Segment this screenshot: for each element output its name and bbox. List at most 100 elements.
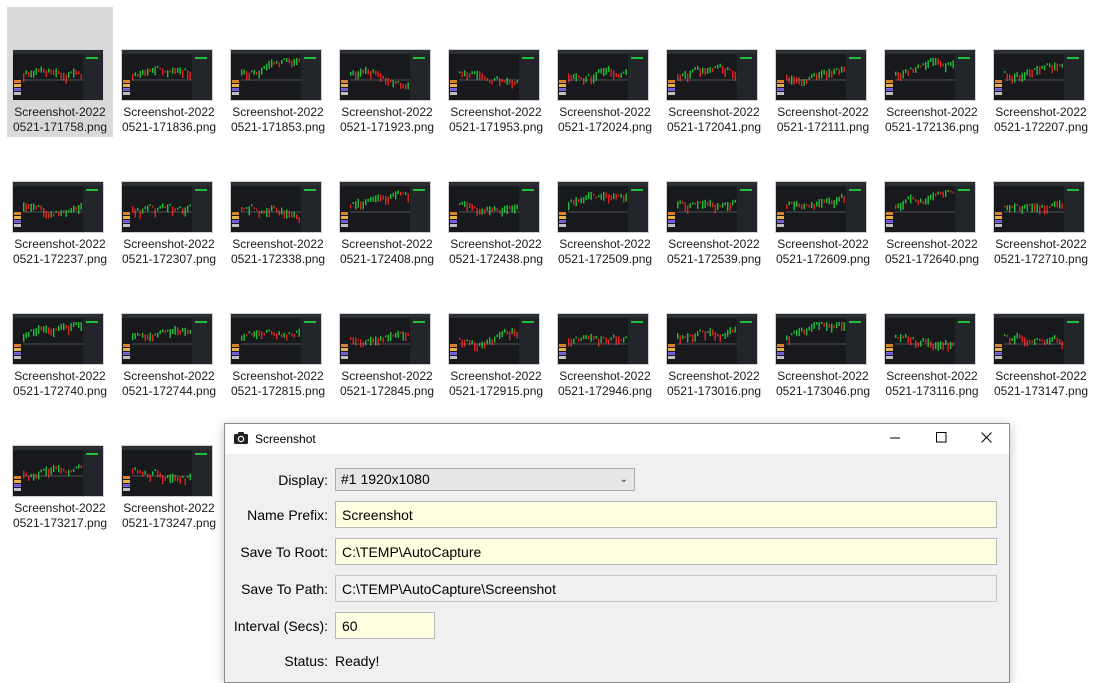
trading-chart-thumbnail-icon xyxy=(885,314,975,364)
file-item[interactable]: Screenshot-2022 0521-172237.png xyxy=(7,139,113,269)
file-name-line1: Screenshot-2022 xyxy=(668,105,760,119)
file-name-line2: 0521-172640.png xyxy=(884,252,980,266)
file-name-label: Screenshot-2022 0521-173016.png xyxy=(661,369,767,399)
camera-icon xyxy=(233,431,249,450)
file-item[interactable]: Screenshot-2022 0521-172136.png xyxy=(879,7,985,137)
file-item[interactable]: Screenshot-2022 0521-172740.png xyxy=(7,271,113,401)
file-name-label: Screenshot-2022 0521-172710.png xyxy=(988,237,1094,267)
file-name-line1: Screenshot-2022 xyxy=(123,237,215,251)
file-item[interactable]: Screenshot-2022 0521-173147.png xyxy=(988,271,1094,401)
name-prefix-input[interactable] xyxy=(335,501,997,528)
file-item[interactable]: Screenshot-2022 0521-172710.png xyxy=(988,139,1094,269)
file-item[interactable]: Screenshot-2022 0521-172041.png xyxy=(661,7,767,137)
file-item[interactable]: Screenshot-2022 0521-173016.png xyxy=(661,271,767,401)
file-name-line1: Screenshot-2022 xyxy=(14,105,106,119)
file-name-line1: Screenshot-2022 xyxy=(450,369,542,383)
file-item[interactable]: Screenshot-2022 0521-172207.png xyxy=(988,7,1094,137)
file-name-label: Screenshot-2022 0521-172024.png xyxy=(552,105,658,135)
close-button[interactable] xyxy=(963,424,1009,454)
file-item[interactable]: Screenshot-2022 0521-172024.png xyxy=(552,7,658,137)
file-item[interactable]: Screenshot-2022 0521-172509.png xyxy=(552,139,658,269)
file-item[interactable]: Screenshot-2022 0521-171853.png xyxy=(225,7,331,137)
trading-chart-thumbnail-icon xyxy=(122,314,212,364)
file-name-line1: Screenshot-2022 xyxy=(668,369,760,383)
trading-chart-thumbnail-icon xyxy=(231,314,321,364)
trading-chart-thumbnail-icon xyxy=(13,50,103,100)
file-name-label: Screenshot-2022 0521-172237.png xyxy=(7,237,113,267)
trading-chart-thumbnail-icon xyxy=(340,50,430,100)
file-name-line1: Screenshot-2022 xyxy=(123,369,215,383)
interval-input[interactable] xyxy=(335,612,435,639)
file-name-label: Screenshot-2022 0521-172111.png xyxy=(770,105,876,135)
file-name-label: Screenshot-2022 0521-171923.png xyxy=(334,105,440,135)
file-item[interactable]: Screenshot-2022 0521-172744.png xyxy=(116,271,222,401)
trading-chart-thumbnail-icon xyxy=(231,182,321,232)
display-dropdown[interactable]: #1 1920x1080 ⌄ xyxy=(335,468,635,491)
file-name-line2: 0521-172946.png xyxy=(557,384,653,398)
file-name-line1: Screenshot-2022 xyxy=(232,105,324,119)
file-item[interactable]: Screenshot-2022 0521-171836.png xyxy=(116,7,222,137)
display-selected-value: #1 1920x1080 xyxy=(341,471,430,487)
file-name-line1: Screenshot-2022 xyxy=(886,237,978,251)
trading-chart-thumbnail-icon xyxy=(122,446,212,496)
file-item[interactable]: Screenshot-2022 0521-173116.png xyxy=(879,271,985,401)
trading-chart-thumbnail-icon xyxy=(776,314,866,364)
file-name-label: Screenshot-2022 0521-172744.png xyxy=(116,369,222,399)
file-item[interactable]: Screenshot-2022 0521-172438.png xyxy=(443,139,549,269)
save-to-path-field xyxy=(335,575,997,602)
file-item[interactable]: Screenshot-2022 0521-172640.png xyxy=(879,139,985,269)
file-name-line2: 0521-172438.png xyxy=(448,252,544,266)
file-name-line2: 0521-172041.png xyxy=(666,120,762,134)
file-item[interactable]: Screenshot-2022 0521-172915.png xyxy=(443,271,549,401)
file-name-label: Screenshot-2022 0521-172740.png xyxy=(7,369,113,399)
file-name-line2: 0521-173217.png xyxy=(12,516,108,530)
file-name-line2: 0521-172744.png xyxy=(121,384,217,398)
file-name-line2: 0521-172307.png xyxy=(121,252,217,266)
file-item[interactable]: Screenshot-2022 0521-173046.png xyxy=(770,271,876,401)
trading-chart-thumbnail-icon xyxy=(667,314,757,364)
file-item[interactable]: Screenshot-2022 0521-173217.png xyxy=(7,403,113,533)
file-name-label: Screenshot-2022 0521-172207.png xyxy=(988,105,1094,135)
minimize-button[interactable] xyxy=(872,424,918,454)
trading-chart-thumbnail-icon xyxy=(776,50,866,100)
file-name-line1: Screenshot-2022 xyxy=(123,105,215,119)
file-name-label: Screenshot-2022 0521-173116.png xyxy=(879,369,985,399)
file-item[interactable]: Screenshot-2022 0521-172338.png xyxy=(225,139,331,269)
file-name-line2: 0521-173046.png xyxy=(775,384,871,398)
file-name-line1: Screenshot-2022 xyxy=(123,501,215,515)
file-name-line2: 0521-172509.png xyxy=(557,252,653,266)
file-name-line1: Screenshot-2022 xyxy=(559,105,651,119)
file-name-line2: 0521-171853.png xyxy=(230,120,326,134)
file-item[interactable]: Screenshot-2022 0521-172609.png xyxy=(770,139,876,269)
file-item[interactable]: Screenshot-2022 0521-172815.png xyxy=(225,271,331,401)
file-name-line2: 0521-171836.png xyxy=(121,120,217,134)
screenshot-dialog: Screenshot Display: #1 1920x1080 ⌄ Name … xyxy=(224,423,1010,683)
file-item[interactable]: Screenshot-2022 0521-173247.png xyxy=(116,403,222,533)
file-name-line1: Screenshot-2022 xyxy=(341,237,433,251)
file-item[interactable]: Screenshot-2022 0521-172946.png xyxy=(552,271,658,401)
file-name-label: Screenshot-2022 0521-171953.png xyxy=(443,105,549,135)
file-item[interactable]: Screenshot-2022 0521-172111.png xyxy=(770,7,876,137)
file-name-line1: Screenshot-2022 xyxy=(559,237,651,251)
file-item[interactable]: Screenshot-2022 0521-172408.png xyxy=(334,139,440,269)
file-item[interactable]: Screenshot-2022 0521-172307.png xyxy=(116,139,222,269)
file-item[interactable]: Screenshot-2022 0521-171923.png xyxy=(334,7,440,137)
file-name-label: Screenshot-2022 0521-172815.png xyxy=(225,369,331,399)
file-item[interactable]: Screenshot-2022 0521-172845.png xyxy=(334,271,440,401)
file-name-line1: Screenshot-2022 xyxy=(886,105,978,119)
file-item[interactable]: Screenshot-2022 0521-171758.png xyxy=(7,7,113,137)
file-name-line2: 0521-172136.png xyxy=(884,120,980,134)
file-name-line1: Screenshot-2022 xyxy=(886,369,978,383)
file-item[interactable]: Screenshot-2022 0521-172539.png xyxy=(661,139,767,269)
maximize-button[interactable] xyxy=(918,424,964,454)
interval-label: Interval (Secs): xyxy=(233,618,328,634)
file-name-label: Screenshot-2022 0521-172041.png xyxy=(661,105,767,135)
file-name-line2: 0521-172815.png xyxy=(230,384,326,398)
file-item[interactable]: Screenshot-2022 0521-171953.png xyxy=(443,7,549,137)
file-name-line1: Screenshot-2022 xyxy=(341,105,433,119)
trading-chart-thumbnail-icon xyxy=(340,314,430,364)
file-name-line1: Screenshot-2022 xyxy=(995,105,1087,119)
dialog-titlebar[interactable]: Screenshot xyxy=(225,424,1009,454)
file-name-line1: Screenshot-2022 xyxy=(559,369,651,383)
save-to-root-input[interactable] xyxy=(335,538,997,565)
